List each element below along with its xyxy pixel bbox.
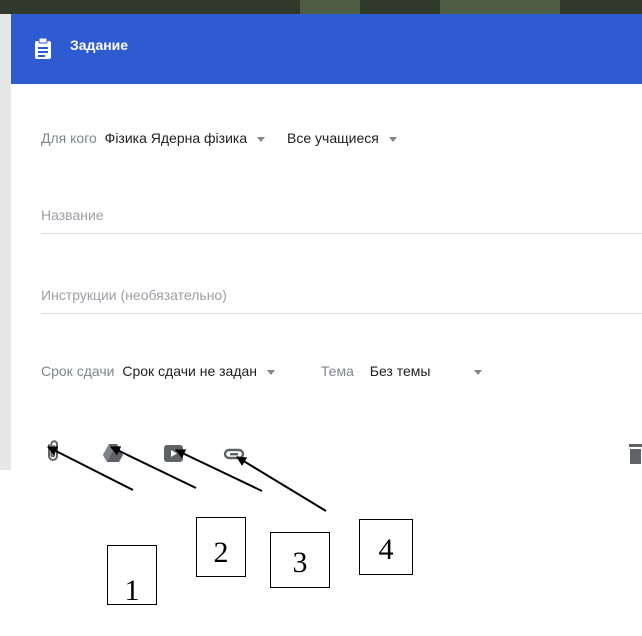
callout-label: 2 — [213, 536, 229, 569]
callout-label: 3 — [292, 546, 308, 579]
arrow-4 — [236, 456, 327, 512]
callout-box-1: 1 — [107, 545, 157, 607]
arrow-1 — [47, 446, 134, 491]
callout-label: 1 — [124, 574, 140, 607]
callout-label: 4 — [378, 533, 394, 566]
callout-box-3: 3 — [270, 532, 330, 588]
callout-box-4: 4 — [359, 519, 413, 575]
annotation-arrows — [47, 446, 327, 512]
callout-box-2: 2 — [196, 517, 246, 577]
